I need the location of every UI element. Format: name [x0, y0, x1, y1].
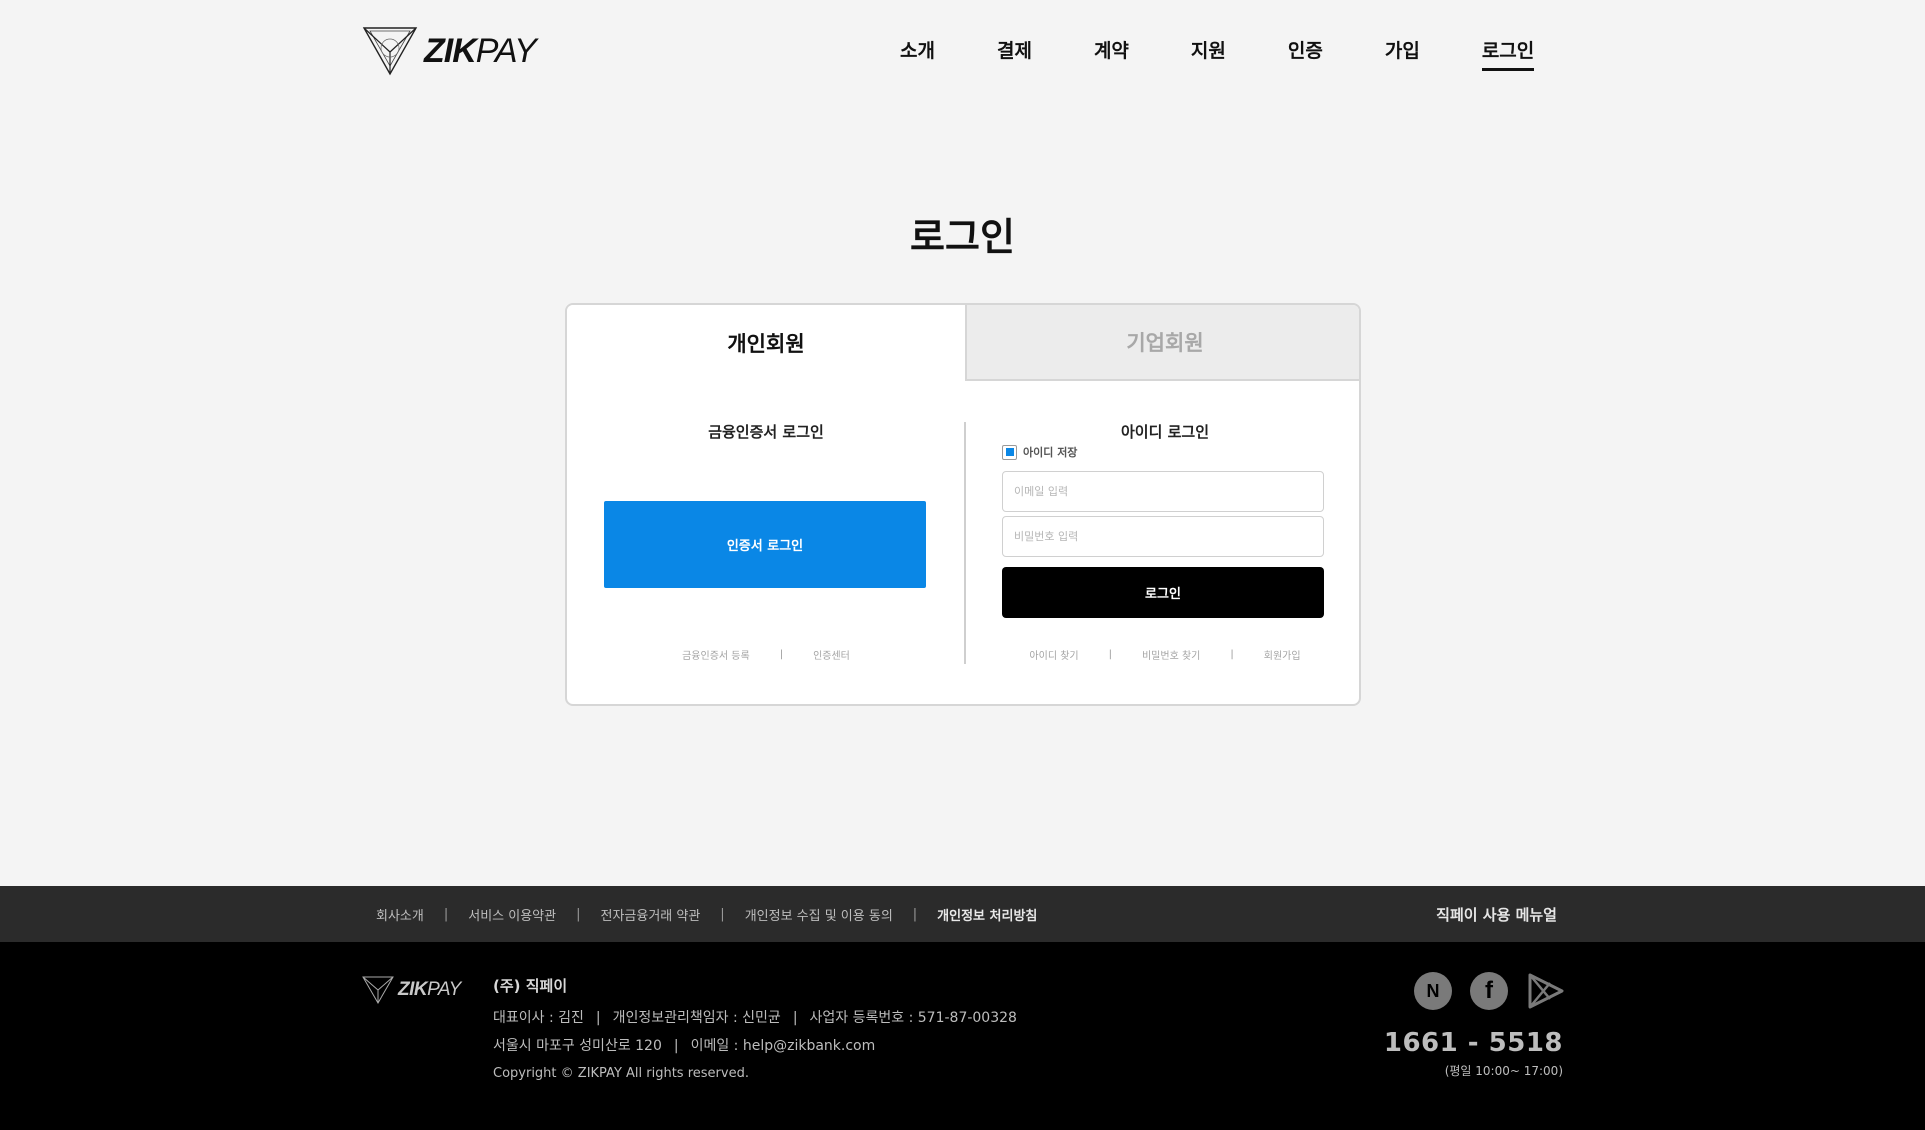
save-id-label: 아이디 저장: [1023, 446, 1078, 459]
email-field[interactable]: [1002, 471, 1324, 512]
zikpay-logo[interactable]: ZIKPAY: [362, 26, 537, 76]
nav-item-intro[interactable]: 소개: [900, 36, 935, 71]
page-title: 로그인: [910, 215, 1015, 259]
find-password-link[interactable]: 비밀번호 찾기: [1142, 647, 1200, 662]
tab-personal-member[interactable]: 개인회원: [567, 305, 965, 381]
cert-login-title: 금융인증서 로그인: [708, 423, 824, 441]
service-hours: (평일 10:00~ 17:00): [1444, 1064, 1563, 1078]
footer-separator: |: [912, 906, 918, 922]
customer-phone: 1661 - 5518: [1383, 1028, 1563, 1058]
nav-item-signup[interactable]: 가입: [1385, 36, 1420, 71]
logo-wordmark: ZIKPAY: [424, 31, 537, 70]
footer-separator: |: [720, 906, 725, 922]
save-id-option[interactable]: 아이디 저장: [1002, 444, 1077, 460]
footer-policy-links: 회사소개 | 서비스 이용약관 | 전자금융거래 약관 | 개인정보 수집 및 …: [376, 886, 1037, 942]
footer-links-bar: 회사소개 | 서비스 이용약관 | 전자금융거래 약관 | 개인정보 수집 및 …: [0, 886, 1925, 942]
play-store-icon[interactable]: [1526, 972, 1564, 1010]
id-login-title: 아이디 로그인: [1120, 423, 1210, 441]
company-info: (주) 직페이 대표이사 : 김진 | 개인정보관리책임자 : 신민균 | 사업자 등록…: [493, 977, 1017, 1081]
link-separator: |: [1108, 649, 1112, 660]
find-id-link[interactable]: 아이디 찾기: [1029, 647, 1078, 662]
social-links: N f: [1414, 972, 1564, 1010]
link-separator: |: [779, 649, 784, 660]
site-footer: ZIKPAY (주) 직페이 대표이사 : 김진 | 개인정보관리책임자 : 신민균…: [0, 942, 1925, 1130]
footer-link-terms[interactable]: 서비스 이용약관: [468, 905, 556, 924]
site-header: ZIKPAY 소개 결제 계약 지원 인증 가입 로그인: [0, 0, 1925, 100]
main-nav: 소개 결제 계약 지원 인증 가입 로그인: [900, 36, 1535, 71]
tab-business-member[interactable]: 기업회원: [965, 305, 1359, 381]
nav-item-payment[interactable]: 결제: [997, 36, 1032, 71]
email-text: 이메일 : help@zikbank.com: [690, 1038, 876, 1054]
footer-link-about[interactable]: 회사소개: [376, 905, 424, 924]
nav-item-contract[interactable]: 계약: [1094, 36, 1129, 71]
company-contact: 서울시 마포구 성미산로 120 | 이메일 : help@zikbank.com: [493, 1038, 876, 1054]
copyright-text: Copyright © ZIKPAY All rights reserved.: [493, 1066, 749, 1081]
footer-link-efinance-terms[interactable]: 전자금융거래 약관: [600, 905, 700, 924]
link-separator: |: [1230, 649, 1234, 660]
checkbox-checked-mark: [1005, 448, 1014, 456]
footer-separator: |: [576, 906, 581, 922]
nav-item-support[interactable]: 지원: [1191, 36, 1226, 71]
footer-separator: |: [443, 906, 449, 922]
cert-center-link[interactable]: 인증센터: [813, 647, 850, 662]
footer-logo-wordmark: ZIKPAY: [398, 979, 461, 1000]
footer-link-privacy-policy[interactable]: 개인정보 처리방침: [937, 905, 1037, 924]
nav-item-login[interactable]: 로그인: [1481, 36, 1535, 71]
footer-logo: ZIKPAY: [362, 976, 461, 1004]
cert-login-button[interactable]: 인증서 로그인: [604, 501, 926, 588]
user-manual-link[interactable]: 직페이 사용 메뉴얼: [1436, 886, 1557, 942]
id-links: 아이디 찾기 | 비밀번호 찾기 | 회원가입: [967, 647, 1359, 662]
login-button[interactable]: 로그인: [1002, 567, 1324, 618]
naver-icon[interactable]: N: [1414, 972, 1452, 1010]
logo-triangle-icon: [362, 27, 418, 76]
company-name: (주) 직페이: [493, 977, 568, 995]
signup-link[interactable]: 회원가입: [1264, 647, 1301, 662]
login-card: 개인회원 기업회원 금융인증서 로그인 인증서 로그인 금융인증서 등록 | 인…: [565, 303, 1361, 706]
cert-links: 금융인증서 등록 | 인증센터: [567, 647, 965, 662]
ceo-text: 대표이사 : 김진: [493, 1010, 584, 1026]
password-field[interactable]: [1002, 516, 1324, 557]
nav-item-certification[interactable]: 인증: [1288, 36, 1323, 71]
column-divider: [964, 422, 966, 664]
footer-logo-triangle-icon: [362, 976, 394, 1004]
footer-link-privacy-consent[interactable]: 개인정보 수집 및 이용 동의: [745, 905, 893, 924]
business-number-text: 사업자 등록번호 : 571-87-00328: [809, 1010, 1017, 1026]
save-id-checkbox[interactable]: [1002, 444, 1017, 460]
register-cert-link[interactable]: 금융인증서 등록: [682, 647, 750, 662]
privacy-officer-text: 개인정보관리책임자 : 신민균: [612, 1010, 781, 1026]
address-text: 서울시 마포구 성미산로 120: [493, 1038, 662, 1054]
facebook-icon[interactable]: f: [1470, 972, 1508, 1010]
company-details: 대표이사 : 김진 | 개인정보관리책임자 : 신민균 | 사업자 등록번호 : 571…: [493, 1010, 1017, 1026]
